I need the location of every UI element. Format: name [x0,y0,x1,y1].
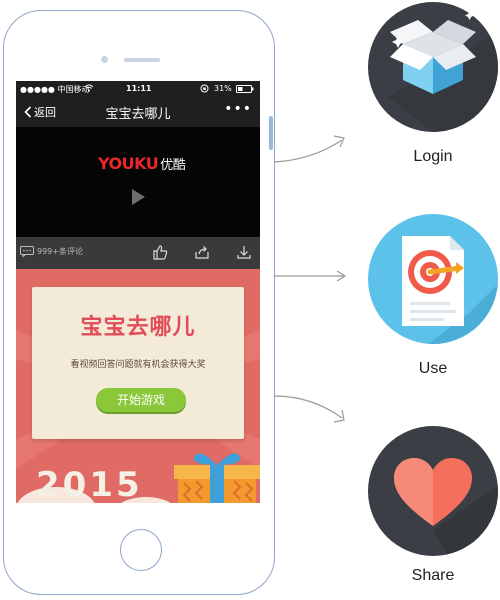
home-button[interactable] [120,529,162,571]
share-label: Share [411,567,455,584]
action-toolbar: 999+条评论 [16,237,260,269]
banner-year: 2015 [36,465,143,503]
arrow-to-login [273,135,345,163]
download-icon[interactable] [236,244,252,262]
carrier-label: ●●●●● 中国移动 [20,85,90,94]
heart-icon [394,458,498,556]
comment-count: 999+条评论 [37,247,83,256]
wifi-icon [84,84,94,94]
arrow-to-use [274,270,347,282]
phone-screen: ●●●●● 中国移动 11:11 31% 返回 宝宝去哪儿 ••• YOUKU 优… [16,81,260,503]
youku-logo: YOUKU 优酷 [98,154,186,173]
status-bar: ●●●●● 中国移动 11:11 31% [16,81,260,97]
front-camera [101,56,108,63]
use-step-icon [368,214,498,344]
play-icon[interactable] [132,189,145,205]
use-label: Use [418,360,448,377]
status-time: 11:11 [126,84,152,93]
logo-cn: 优酷 [160,158,186,173]
login-label: Login [413,148,453,165]
share-icon[interactable] [194,244,210,262]
login-step-icon [368,2,498,132]
promo-title: 宝宝去哪儿 [80,315,196,340]
logo-brand: YOUKU [98,154,159,173]
comment-icon [20,246,34,257]
arrow-to-share [273,395,345,423]
rotation-lock-icon [200,84,209,95]
target-document-icon [402,236,498,344]
video-player[interactable]: YOUKU 优酷 [16,127,260,237]
battery-percent: 31% [214,84,232,93]
open-box-icon [388,11,498,132]
start-game-button[interactable]: 开始游戏 [96,388,186,412]
share-step-icon [368,426,498,556]
gift-box-icon [174,447,260,503]
comments-link[interactable]: 999+条评论 [20,246,83,257]
promo-card: 宝宝去哪儿 看视频回答问题就有机会获得大奖 开始游戏 [32,287,244,439]
nav-bar: 返回 宝宝去哪儿 ••• [16,97,260,127]
battery-icon [236,85,254,95]
thumbs-up-icon[interactable] [152,244,168,262]
more-options-button[interactable]: ••• [224,101,252,117]
promo-banner: 宝宝去哪儿 看视频回答问题就有机会获得大奖 开始游戏 2015 [16,269,260,503]
promo-subtitle: 看视频回答问题就有机会获得大奖 [70,360,206,370]
earpiece-speaker [124,58,160,62]
